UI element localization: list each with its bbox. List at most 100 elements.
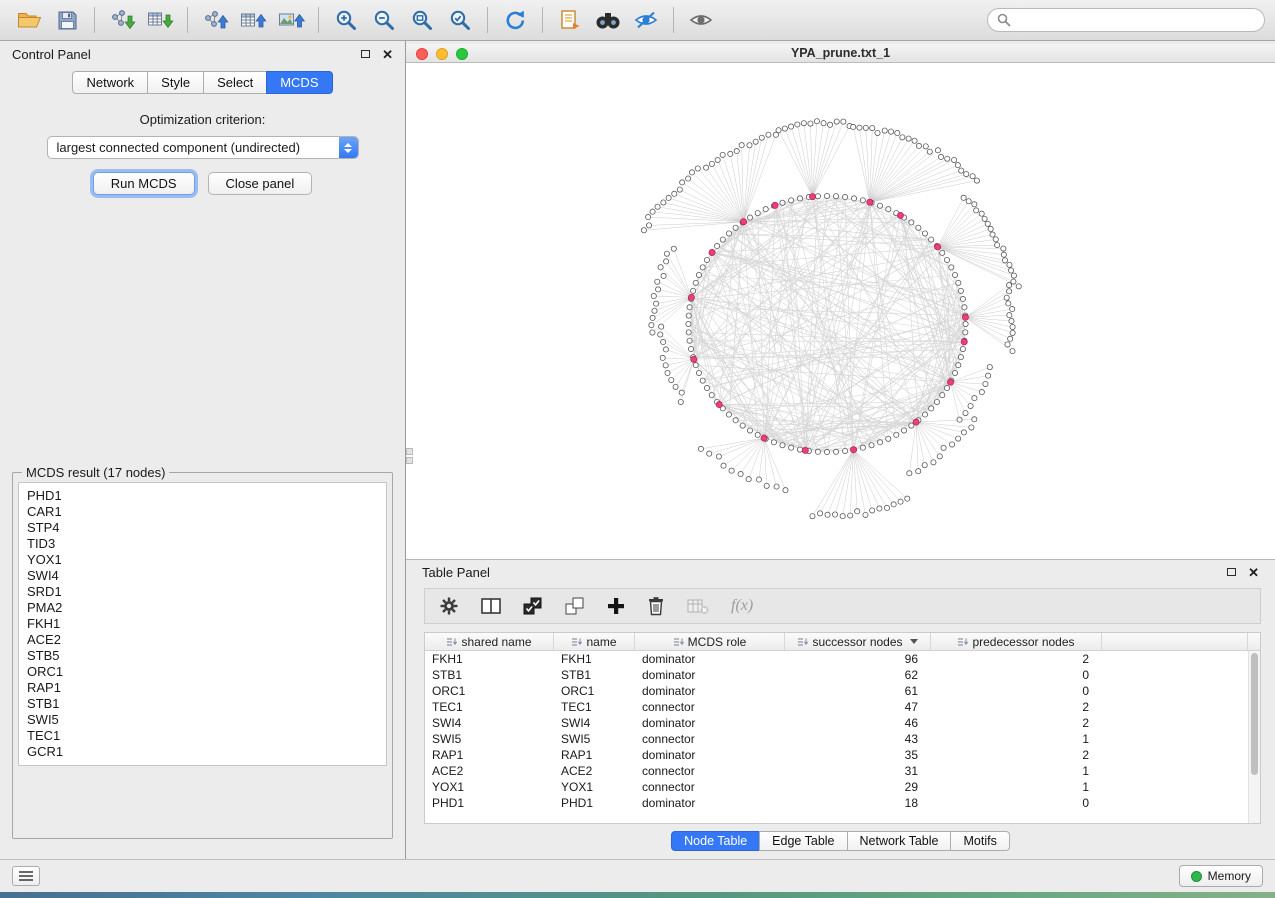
column-layout-button[interactable] [481, 597, 501, 615]
table-row[interactable]: ACE2ACE2connector311 [425, 763, 1248, 779]
table-cell[interactable]: dominator [635, 684, 785, 698]
deselect-all-rows-button[interactable] [565, 597, 585, 615]
float-panel-button[interactable] [361, 50, 370, 58]
import-network-button[interactable] [103, 4, 141, 36]
delete-table-button[interactable] [687, 597, 709, 615]
mcds-result-item[interactable]: RAP1 [27, 680, 378, 696]
table-cell[interactable]: YOX1 [554, 780, 635, 794]
table-cell[interactable]: FKH1 [554, 652, 635, 666]
select-all-rows-button[interactable] [523, 597, 543, 615]
mcds-result-item[interactable]: TEC1 [27, 728, 378, 744]
zoom-in-button[interactable] [327, 4, 365, 36]
mcds-result-item[interactable]: ORC1 [27, 664, 378, 680]
table-cell[interactable]: TEC1 [425, 700, 554, 714]
table-cell[interactable]: RAP1 [554, 748, 635, 762]
zoom-selected-button[interactable] [441, 4, 479, 36]
table-cell[interactable]: connector [635, 732, 785, 746]
table-cell[interactable]: 2 [931, 652, 1102, 666]
mcds-result-list[interactable]: PHD1CAR1STP4TID3YOX1SWI4SRD1PMA2FKH1ACE2… [18, 482, 387, 766]
run-mcds-button[interactable]: Run MCDS [93, 172, 195, 195]
table-row[interactable]: SWI5SWI5connector431 [425, 731, 1248, 747]
table-cell[interactable]: ACE2 [425, 764, 554, 778]
tab-edge-table[interactable]: Edge Table [759, 831, 847, 851]
export-image-button[interactable] [272, 4, 310, 36]
table-cell[interactable]: 1 [931, 732, 1102, 746]
table-row[interactable]: STB1STB1dominator620 [425, 667, 1248, 683]
mcds-result-item[interactable]: GCR1 [27, 744, 378, 760]
search-network-button[interactable] [589, 4, 627, 36]
search-input[interactable] [1017, 13, 1255, 27]
zoom-out-button[interactable] [365, 4, 403, 36]
table-cell[interactable]: dominator [635, 796, 785, 810]
column-header-successor-nodes[interactable]: successor nodes [785, 633, 931, 650]
splitter-handle[interactable] [406, 448, 413, 464]
table-row[interactable]: RAP1RAP1dominator352 [425, 747, 1248, 763]
table-cell[interactable]: 0 [931, 684, 1102, 698]
import-table-button[interactable] [141, 4, 179, 36]
column-header-shared-name[interactable]: shared name [425, 633, 554, 650]
open-network-button[interactable] [10, 4, 48, 36]
mcds-result-item[interactable]: SWI4 [27, 568, 378, 584]
mcds-result-item[interactable]: STB5 [27, 648, 378, 664]
tab-network[interactable]: Network [72, 71, 148, 94]
table-row[interactable]: PHD1PHD1dominator180 [425, 795, 1248, 811]
hide-graphics-button[interactable] [627, 4, 665, 36]
table-settings-button[interactable] [439, 596, 459, 616]
table-cell[interactable]: SWI4 [425, 716, 554, 730]
network-window-titlebar[interactable]: YPA_prune.txt_1 [406, 44, 1275, 63]
mcds-result-item[interactable]: SRD1 [27, 584, 378, 600]
clone-network-button[interactable] [551, 4, 589, 36]
table-cell[interactable]: ORC1 [425, 684, 554, 698]
table-cell[interactable]: SWI4 [554, 716, 635, 730]
zoom-fit-button[interactable] [403, 4, 441, 36]
close-table-panel-button[interactable]: ✕ [1248, 566, 1259, 579]
add-column-button[interactable] [607, 597, 625, 615]
table-cell[interactable]: 18 [785, 796, 931, 810]
close-window-button[interactable] [416, 48, 428, 60]
mcds-result-item[interactable]: STB1 [27, 696, 378, 712]
table-cell[interactable]: 1 [931, 764, 1102, 778]
mcds-result-item[interactable]: CAR1 [27, 504, 378, 520]
maximize-window-button[interactable] [456, 48, 468, 60]
table-cell[interactable]: SWI5 [425, 732, 554, 746]
export-table-button[interactable] [234, 4, 272, 36]
table-cell[interactable]: SWI5 [554, 732, 635, 746]
table-cell[interactable]: dominator [635, 668, 785, 682]
table-cell[interactable]: PHD1 [425, 796, 554, 810]
criterion-select[interactable]: largest connected component (undirected) [47, 136, 359, 159]
table-cell[interactable]: 47 [785, 700, 931, 714]
mcds-result-item[interactable]: PMA2 [27, 600, 378, 616]
table-cell[interactable]: 96 [785, 652, 931, 666]
column-header-name[interactable]: name [554, 633, 635, 650]
table-cell[interactable]: PHD1 [554, 796, 635, 810]
mcds-result-item[interactable]: PHD1 [27, 488, 378, 504]
table-cell[interactable]: 29 [785, 780, 931, 794]
table-cell[interactable]: dominator [635, 716, 785, 730]
mcds-result-item[interactable]: TID3 [27, 536, 378, 552]
table-scrollbar[interactable] [1248, 651, 1260, 823]
show-graphics-details-button[interactable] [682, 4, 720, 36]
tab-select[interactable]: Select [203, 71, 267, 94]
save-session-button[interactable] [48, 4, 86, 36]
table-cell[interactable]: 46 [785, 716, 931, 730]
table-row[interactable]: FKH1FKH1dominator962 [425, 651, 1248, 667]
table-cell[interactable]: dominator [635, 652, 785, 666]
tab-style[interactable]: Style [147, 71, 204, 94]
network-graph[interactable] [406, 63, 1275, 560]
float-table-panel-button[interactable] [1227, 568, 1236, 576]
table-cell[interactable]: STB1 [554, 668, 635, 682]
mcds-result-item[interactable]: STP4 [27, 520, 378, 536]
table-row[interactable]: TEC1TEC1connector472 [425, 699, 1248, 715]
table-cell[interactable]: ACE2 [554, 764, 635, 778]
table-cell[interactable]: connector [635, 780, 785, 794]
status-menu-button[interactable] [12, 866, 40, 886]
table-cell[interactable]: 1 [931, 780, 1102, 794]
table-cell[interactable]: 0 [931, 796, 1102, 810]
function-builder-button[interactable]: f(x) [731, 597, 753, 615]
search-box[interactable] [987, 8, 1265, 32]
mcds-result-item[interactable]: FKH1 [27, 616, 378, 632]
memory-button[interactable]: Memory [1179, 865, 1263, 887]
table-cell[interactable]: RAP1 [425, 748, 554, 762]
table-cell[interactable]: 2 [931, 700, 1102, 714]
table-cell[interactable]: 43 [785, 732, 931, 746]
